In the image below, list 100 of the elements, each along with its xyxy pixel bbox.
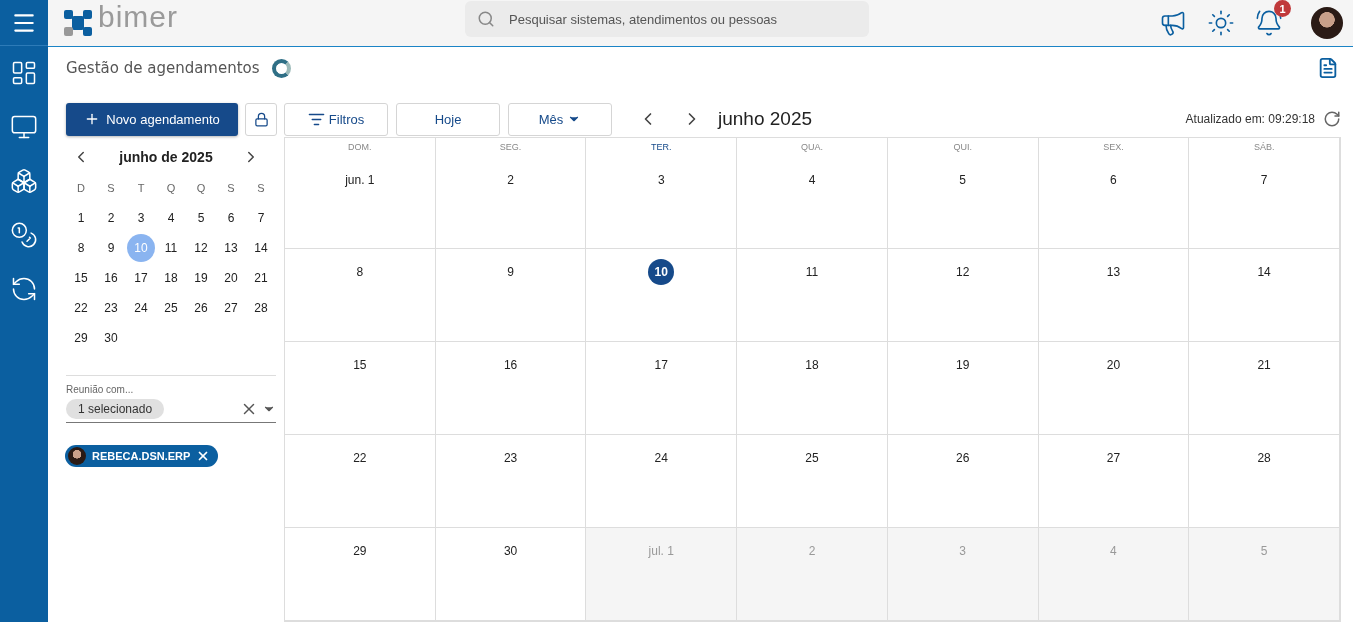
mini-calendar-day[interactable]: 4 [157, 204, 185, 232]
mini-calendar-day[interactable]: 29 [67, 324, 95, 352]
mini-calendar-day[interactable]: 22 [67, 294, 95, 322]
today-button[interactable]: Hoje [396, 102, 500, 136]
weekday-header: TER. [651, 141, 672, 154]
day-cell[interactable]: 23 [435, 435, 587, 528]
mini-calendar-day[interactable]: 9 [97, 234, 125, 262]
user-avatar[interactable] [1311, 7, 1343, 39]
day-number: 2 [506, 172, 515, 189]
megaphone-button[interactable] [1159, 9, 1187, 37]
day-cell[interactable]: 26 [887, 435, 1039, 528]
day-cell[interactable]: 21 [1189, 342, 1340, 435]
day-cell[interactable]: 11 [737, 249, 888, 342]
refresh-button[interactable] [1323, 110, 1341, 128]
mini-calendar-day[interactable]: 3 [127, 204, 155, 232]
weekday-label: S [257, 182, 265, 194]
day-cell[interactable]: 30 [435, 528, 587, 621]
mini-calendar-day[interactable]: 7 [247, 204, 275, 232]
day-cell[interactable]: 12 [887, 249, 1039, 342]
day-cell[interactable]: 29 [285, 528, 436, 621]
day-number: 29 [352, 543, 368, 560]
mini-calendar-day[interactable]: 1 [67, 204, 95, 232]
day-cell[interactable]: 13 [1038, 249, 1190, 342]
mini-calendar-day[interactable]: 8 [67, 234, 95, 262]
mini-calendar-day[interactable]: 12 [187, 234, 215, 262]
day-cell[interactable]: 19 [887, 342, 1039, 435]
day-number: 27 [1105, 450, 1122, 467]
weekday-header: DOM. [348, 141, 372, 154]
day-cell[interactable]: QUI. 5 [887, 138, 1039, 249]
meeting-with-select[interactable]: 1 selecionado [66, 395, 276, 423]
cycle-icon [10, 275, 38, 303]
mini-calendar-day[interactable]: 23 [97, 294, 125, 322]
weekday-label: Q [196, 182, 206, 194]
day-cell[interactable]: 17 [586, 342, 738, 435]
mini-calendar-day[interactable]: 25 [157, 294, 185, 322]
weekday-header: QUI. [953, 141, 972, 154]
search-field[interactable]: Pesquisar sistemas, atendimentos ou pessoas [465, 1, 869, 37]
search-input[interactable]: Pesquisar sistemas, atendimentos ou pessoas [507, 10, 857, 28]
day-cell[interactable]: 27 [1038, 435, 1190, 528]
day-cell[interactable]: DOM. jun. 1 [285, 138, 436, 249]
notifications-button[interactable]: 1 [1255, 0, 1291, 37]
filters-button[interactable]: Filtros [284, 102, 388, 136]
mini-calendar-day[interactable]: 15 [67, 264, 95, 292]
day-cell[interactable]: 14 [1189, 249, 1340, 342]
search-icon [477, 10, 495, 28]
mini-calendar-day[interactable]: 13 [217, 234, 245, 262]
mini-calendar-day[interactable]: 2 [97, 204, 125, 232]
day-number: 25 [804, 450, 820, 467]
day-cell[interactable]: 24 [586, 435, 738, 528]
mini-calendar-day[interactable]: 18 [157, 264, 185, 292]
sun-icon [1207, 9, 1235, 37]
day-cell[interactable]: 8 [285, 249, 436, 342]
day-cell[interactable]: SEG. 2 [435, 138, 587, 249]
day-cell[interactable]: 28 [1189, 435, 1340, 528]
new-appointment-button[interactable]: Novo agendamento [66, 102, 238, 136]
mini-calendar-day[interactable]: 20 [217, 264, 245, 292]
day-cell[interactable]: 20 [1038, 342, 1190, 435]
day-number: 2 [807, 543, 817, 560]
mini-calendar-day[interactable]: 17 [127, 264, 155, 292]
mini-calendar-day[interactable]: 30 [97, 324, 125, 352]
export-button[interactable] [1317, 57, 1339, 79]
megaphone-icon [1159, 9, 1187, 37]
updated-time: Atualizado em: 09:29:18 [1185, 112, 1315, 126]
mini-calendar-day[interactable]: 24 [127, 294, 155, 322]
weekday-header: SEX. [1103, 141, 1124, 154]
day-number: 13 [1105, 264, 1122, 281]
mini-calendar-day[interactable]: 19 [187, 264, 215, 292]
day-cell[interactable]: 9 [435, 249, 587, 342]
lock-button[interactable] [245, 102, 277, 136]
day-number: 4 [807, 172, 817, 189]
day-number: 14 [1256, 264, 1272, 281]
day-cell[interactable]: 25 [737, 435, 888, 528]
day-number: 4 [1109, 543, 1118, 560]
day-cell[interactable]: TER. 3 [586, 138, 738, 249]
mini-calendar-day[interactable]: 16 [97, 264, 125, 292]
weekday-header: SEG. [499, 141, 522, 154]
mini-calendar-day[interactable]: 28 [247, 294, 275, 322]
day-cell[interactable]: 18 [737, 342, 888, 435]
day-number: jun. 1 [344, 172, 376, 189]
mini-calendar-day[interactable]: 5 [187, 204, 215, 232]
person-tag[interactable]: REBECA.DSN.ERP [65, 445, 219, 467]
view-select[interactable]: Mês [508, 102, 612, 136]
day-cell[interactable]: QUA. 4 [737, 138, 888, 249]
day-cell[interactable]: SÁB. 7 [1189, 138, 1340, 249]
day-cell[interactable]: 10 [586, 249, 738, 342]
mini-calendar-day[interactable]: 21 [247, 264, 275, 292]
day-number: 5 [1259, 543, 1269, 560]
theme-button[interactable] [1207, 9, 1235, 37]
day-cell[interactable]: 15 [285, 342, 436, 435]
mini-calendar-day[interactable]: 26 [187, 294, 215, 322]
mini-calendar-day[interactable]: 27 [217, 294, 245, 322]
day-number: jul. 1 [647, 543, 675, 560]
mini-calendar-day[interactable]: 6 [217, 204, 245, 232]
logo-text: bimer [98, 0, 178, 34]
document-icon [1317, 57, 1339, 79]
day-cell[interactable]: 16 [435, 342, 587, 435]
day-cell[interactable]: SEX. 6 [1038, 138, 1190, 249]
day-cell[interactable]: 22 [285, 435, 436, 528]
mini-calendar-day[interactable]: 14 [247, 234, 275, 262]
mini-calendar-day[interactable]: 11 [157, 234, 185, 262]
